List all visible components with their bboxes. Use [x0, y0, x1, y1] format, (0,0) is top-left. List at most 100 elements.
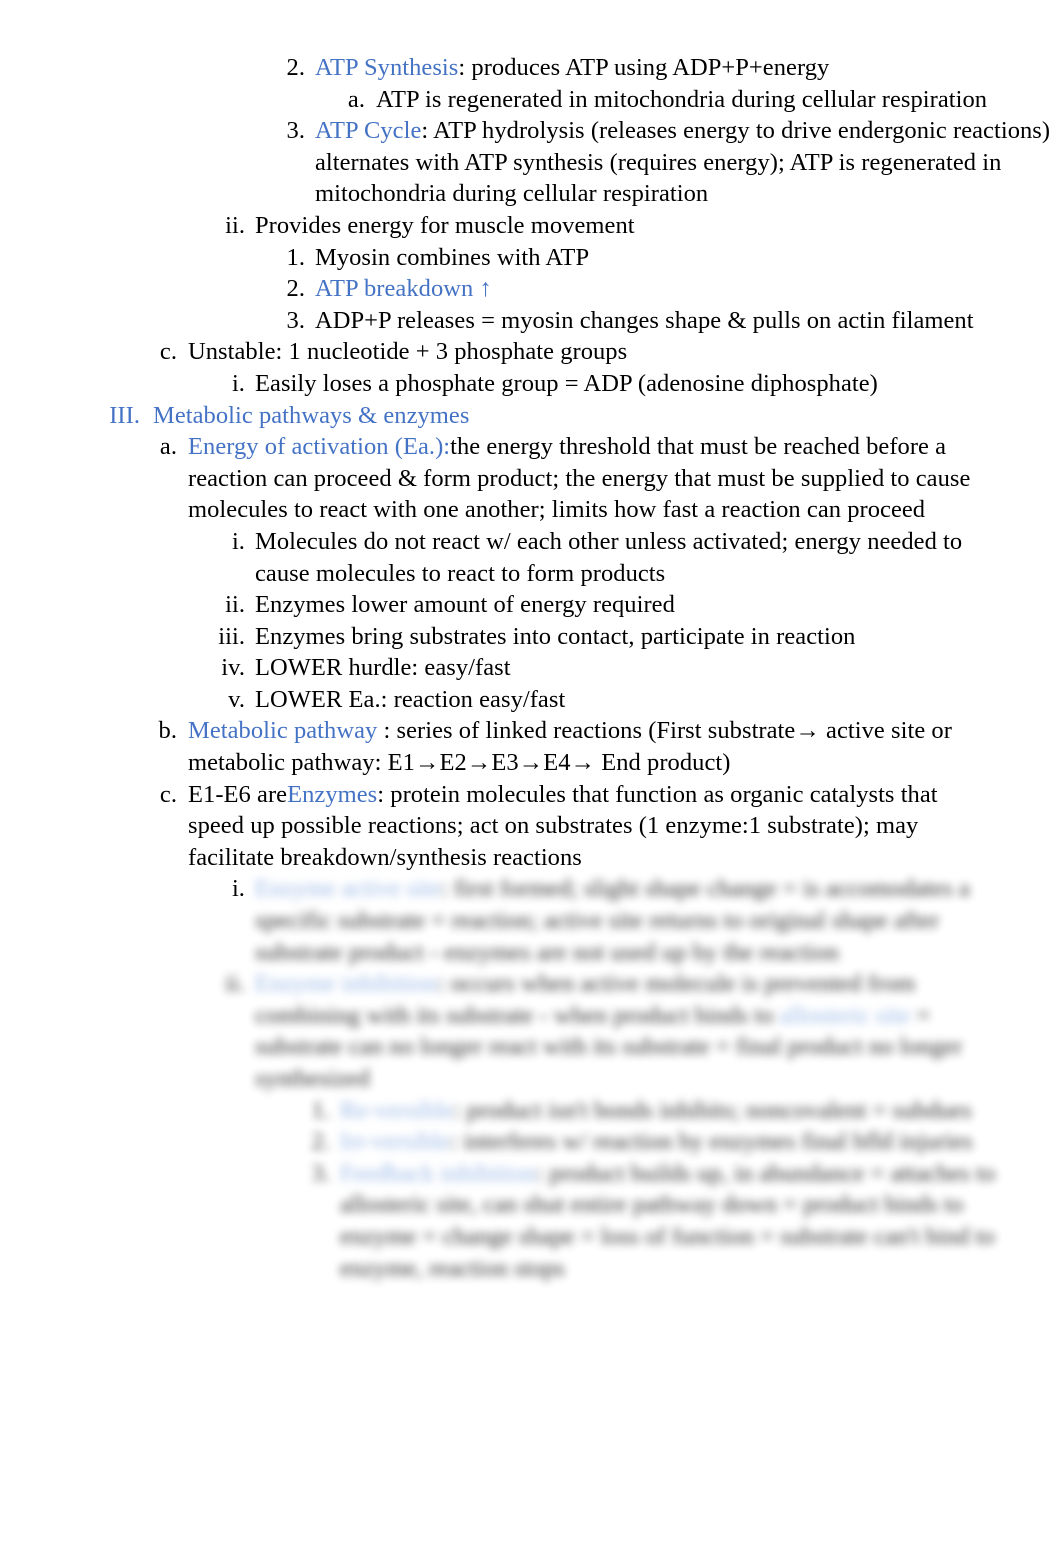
- outline-item-body: : produces ATP using ADP+P+energy: [458, 54, 830, 81]
- outline-item-energy-of-activation: a. Energy of activation (Ea.):the energy…: [0, 431, 1062, 526]
- outline-item-text: ADP+P releases = myosin changes shape & …: [315, 305, 1062, 337]
- outline-item-text: Energy of activation (Ea.):the energy th…: [188, 431, 985, 526]
- list-marker: III.: [109, 401, 140, 429]
- blurred-item-body: : product isn't bonds inhibits; noncoval…: [453, 1096, 972, 1124]
- key-term-secondary: allosteric site: [779, 1001, 911, 1029]
- blurred-item-enzyme-inhibition: ii. Enzyme inhibition: occurs when activ…: [0, 968, 1062, 1094]
- blurred-section: i. Enzyme active site: first formed; sli…: [0, 873, 1062, 1284]
- outline-item-enzymes-lower-energy: ii. Enzymes lower amount of energy requi…: [0, 589, 1062, 621]
- list-marker: a.: [159, 433, 177, 461]
- outline-item-text: Enzymes bring substrates into contact, p…: [255, 621, 1015, 653]
- outline-item-text: ATP Cycle: ATP hydrolysis (releases ener…: [315, 115, 1062, 210]
- list-marker: i.: [231, 875, 245, 903]
- list-marker: 1.: [311, 1096, 330, 1124]
- outline-item-molecules-do-not-react: i. Molecules do not react w/ each other …: [0, 526, 1062, 589]
- outline-item-body: Provides energy for muscle movement: [255, 211, 635, 239]
- outline-item-enzymes-bring-substrates: iii. Enzymes bring substrates into conta…: [0, 621, 1062, 653]
- blurred-item-body: : interferes w/ reaction by enzymes fina…: [450, 1128, 973, 1156]
- outline-item-atp-breakdown: 2. ATP breakdown ↑: [0, 273, 1062, 305]
- list-marker: 2.: [286, 54, 305, 81]
- blurred-item-text: Re-versible: product isn't bonds inhibit…: [340, 1095, 1055, 1127]
- outline-item-text: Easily loses a phosphate group = ADP (ad…: [255, 368, 1062, 400]
- outline-content: 2. ATP Synthesis: produces ATP using ADP…: [0, 52, 1062, 1284]
- outline-item-text: LOWER hurdle: easy/fast: [255, 652, 1015, 684]
- outline-item-body: Molecules do not react w/ each other unl…: [255, 527, 963, 587]
- outline-item-body: LOWER Ea.: reaction easy/fast: [255, 685, 566, 713]
- outline-item-atp-synthesis: 2. ATP Synthesis: produces ATP using ADP…: [0, 52, 1062, 84]
- outline-item-body: : ATP hydrolysis (releases energy to dri…: [315, 117, 1051, 208]
- key-term: Irr-versible: [340, 1128, 451, 1156]
- outline-item-text: Metabolic pathway : series of linked rea…: [188, 715, 985, 778]
- list-marker: 2.: [286, 275, 305, 303]
- blurred-item-text: Enzyme inhibition: occurs when active mo…: [255, 968, 1015, 1094]
- key-term: Metabolic pathway: [188, 717, 378, 745]
- blurred-item-text: Feedback inhibition: product builds up, …: [340, 1158, 1030, 1284]
- outline-item-text: Enzymes lower amount of energy required: [255, 589, 1015, 621]
- outline-item-text: LOWER Ea.: reaction easy/fast: [255, 684, 1015, 716]
- list-marker: b.: [158, 717, 177, 745]
- key-term: Enzymes: [287, 780, 378, 808]
- blurred-item-irreversible: 2. Irr-versible: interferes w/ reaction …: [0, 1126, 1062, 1158]
- list-marker: c.: [159, 338, 177, 366]
- outline-item-enzymes-definition: c. E1-E6 areEnzymes: protein molecules t…: [0, 779, 1062, 874]
- outline-item-text: E1-E6 areEnzymes: protein molecules that…: [188, 779, 985, 874]
- outline-item-prefix: E1-E6 are: [188, 780, 288, 808]
- outline-item-easily-loses: i. Easily loses a phosphate group = ADP …: [0, 368, 1062, 400]
- blurred-item-reversible: 1. Re-versible: product isn't bonds inhi…: [0, 1095, 1062, 1127]
- list-marker: i.: [231, 527, 245, 555]
- outline-item-text: ATP Synthesis: produces ATP using ADP+P+…: [315, 52, 1062, 84]
- outline-item-lower-hurdle: iv. LOWER hurdle: easy/fast: [0, 652, 1062, 684]
- outline-item-myosin-combines: 1. Myosin combines with ATP: [0, 242, 1062, 274]
- blurred-item-enzyme-active-site: i. Enzyme active site: first formed; sli…: [0, 873, 1062, 968]
- key-term: Enzyme active site: [255, 875, 441, 903]
- list-marker: i.: [231, 369, 245, 397]
- list-marker: 3.: [311, 1159, 330, 1187]
- outline-item-body: Unstable: 1 nucleotide + 3 phosphate gro…: [188, 338, 628, 366]
- outline-item-text: Myosin combines with ATP: [315, 242, 1062, 274]
- key-term: Energy of activation (Ea.):: [188, 433, 451, 461]
- outline-item-atp-cycle: 3. ATP Cycle: ATP hydrolysis (releases e…: [0, 115, 1062, 210]
- outline-item-body: Enzymes bring substrates into contact, p…: [255, 622, 856, 650]
- outline-item-provides-energy: ii. Provides energy for muscle movement: [0, 210, 1062, 242]
- outline-item-text: Unstable: 1 nucleotide + 3 phosphate gro…: [188, 336, 1018, 368]
- list-marker: ii.: [225, 211, 245, 239]
- outline-item-adp-releases: 3. ADP+P releases = myosin changes shape…: [0, 305, 1062, 337]
- list-marker: ii.: [225, 970, 245, 998]
- outline-item-body: Myosin combines with ATP: [315, 243, 590, 271]
- outline-item-text: Provides energy for muscle movement: [255, 210, 1062, 242]
- key-term: Feedback inhibition: [340, 1159, 537, 1187]
- list-marker: 1.: [286, 243, 305, 271]
- document-page: 2. ATP Synthesis: produces ATP using ADP…: [0, 0, 1062, 1561]
- key-term: Re-versible: [340, 1096, 454, 1124]
- outline-item-body: ATP is regenerated in mitochondria durin…: [376, 85, 988, 113]
- key-term: ATP Synthesis: [315, 54, 459, 81]
- key-term: Enzyme inhibition: [255, 970, 438, 998]
- outline-item-text: Molecules do not react w/ each other unl…: [255, 526, 1015, 589]
- outline-item-lower-ea: v. LOWER Ea.: reaction easy/fast: [0, 684, 1062, 716]
- page-section-title: Metabolic pathways & enzymes: [153, 401, 470, 429]
- list-marker: a.: [347, 85, 365, 113]
- outline-item-body: Enzymes lower amount of energy required: [255, 591, 675, 619]
- outline-item-body: LOWER hurdle: easy/fast: [255, 654, 511, 682]
- list-marker: v.: [228, 685, 245, 713]
- list-marker: 3.: [286, 117, 305, 145]
- list-marker: 3.: [286, 306, 305, 334]
- outline-item-text: Metabolic pathways & enzymes: [153, 400, 983, 432]
- outline-item-atp-regenerated: a. ATP is regenerated in mitochondria du…: [0, 84, 1062, 116]
- outline-heading-metabolic-pathways: III. Metabolic pathways & enzymes: [0, 400, 1062, 432]
- outline-item-body: ADP+P releases = myosin changes shape & …: [315, 306, 974, 334]
- outline-item-metabolic-pathway: b. Metabolic pathway : series of linked …: [0, 715, 1062, 778]
- list-marker: c.: [159, 780, 177, 808]
- list-marker: iii.: [218, 622, 245, 650]
- key-term: ATP Cycle: [315, 117, 422, 145]
- outline-item-text: ATP breakdown ↑: [315, 273, 1062, 305]
- key-term: ATP breakdown ↑: [315, 275, 492, 303]
- blurred-item-text: Enzyme active site: first formed; slight…: [255, 873, 1015, 968]
- outline-item-body: Easily loses a phosphate group = ADP (ad…: [255, 369, 878, 397]
- blurred-item-feedback-inhibition: 3. Feedback inhibition: product builds u…: [0, 1158, 1062, 1284]
- list-marker: ii.: [225, 591, 245, 619]
- list-marker: iv.: [221, 654, 245, 682]
- list-marker: 2.: [311, 1128, 330, 1156]
- outline-item-text: ATP is regenerated in mitochondria durin…: [376, 84, 1062, 116]
- outline-item-unstable: c. Unstable: 1 nucleotide + 3 phosphate …: [0, 336, 1062, 368]
